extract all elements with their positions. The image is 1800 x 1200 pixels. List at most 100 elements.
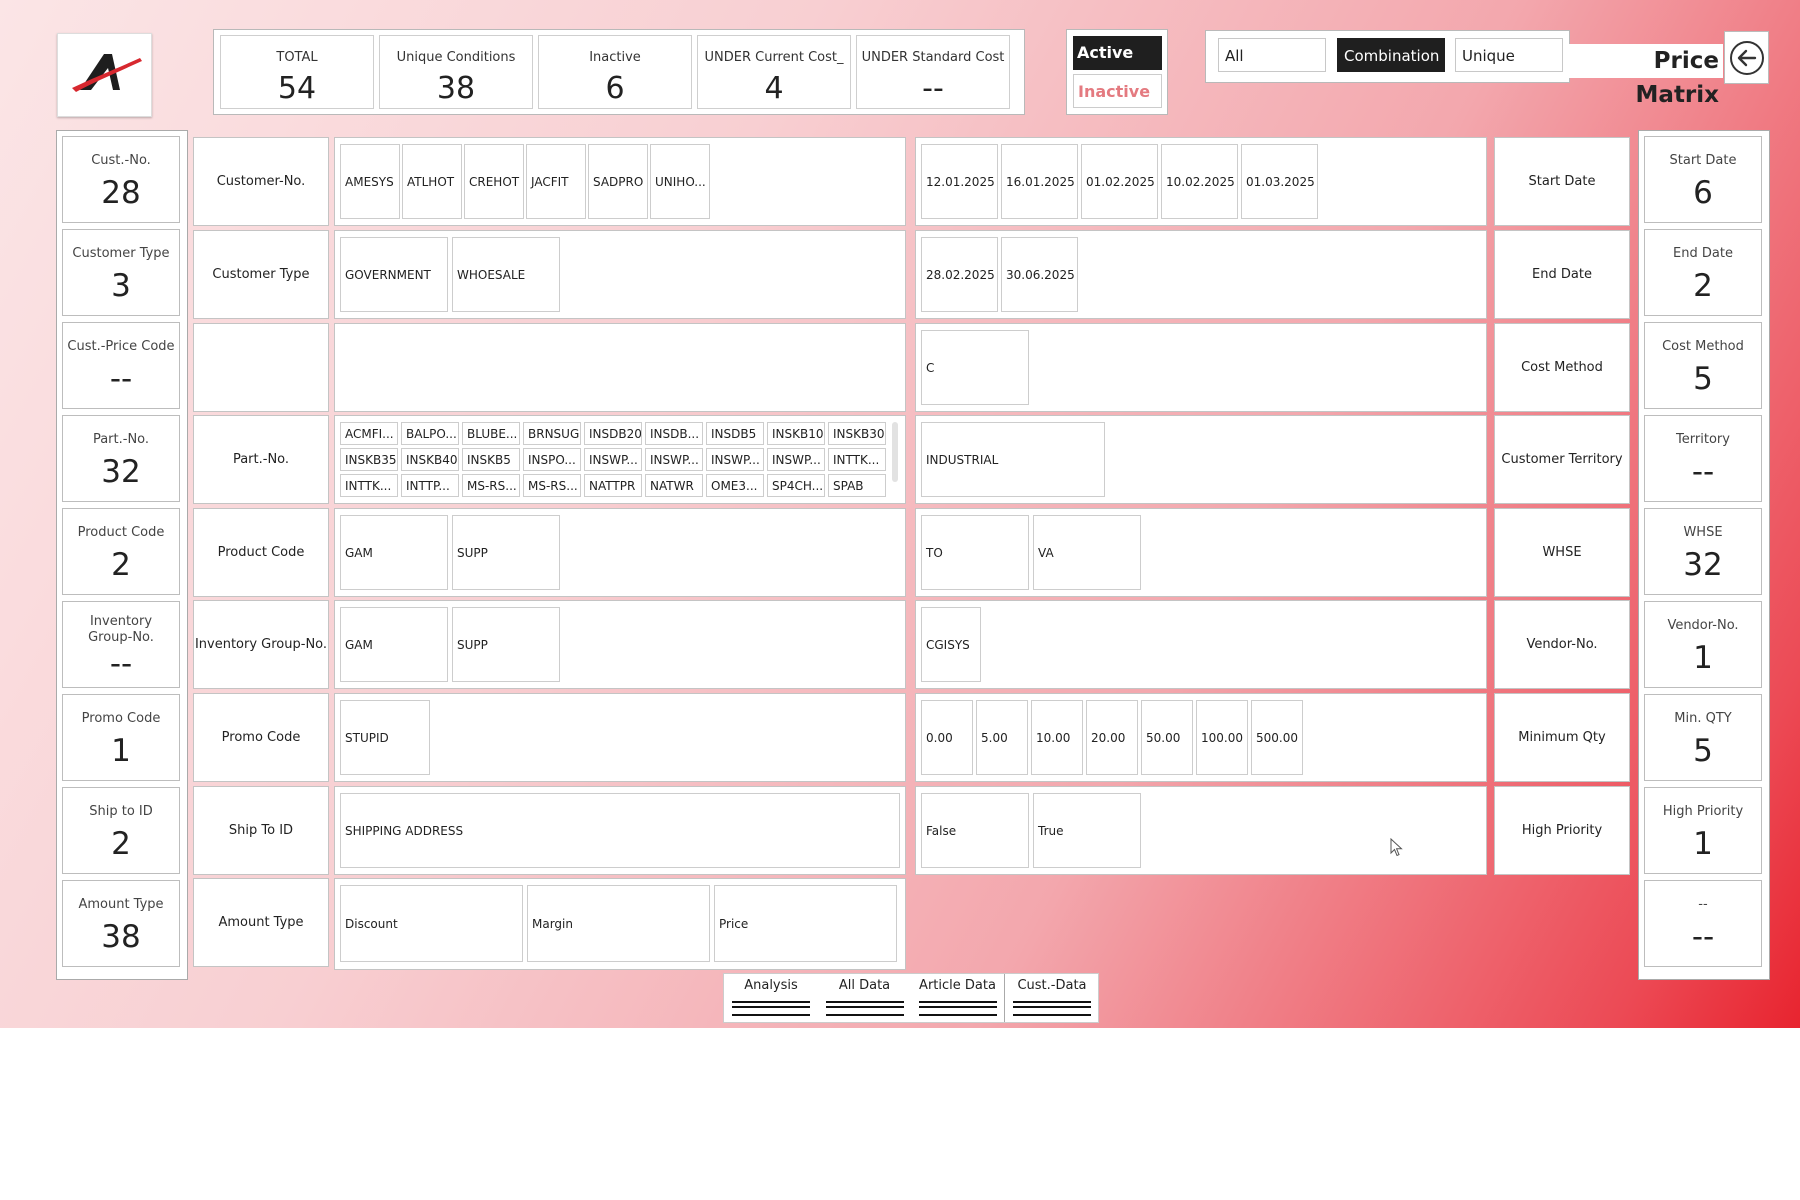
stat-whse[interactable]: WHSE 32 [1644, 508, 1762, 595]
part-no-slicer: ACMFI... BALPO... BLUBE... BRNSUG INSDB20 INS… [334, 415, 906, 504]
slicer-chip[interactable]: False [921, 793, 1029, 868]
slicer-chip[interactable]: 16.01.2025 [1001, 144, 1078, 219]
slicer-chip[interactable]: CREHOT [464, 144, 524, 219]
stat-customer-type[interactable]: Customer Type 3 [62, 229, 180, 316]
inactive-button[interactable]: Inactive [1073, 74, 1162, 108]
slicer-chip[interactable]: 10.00 [1031, 700, 1083, 775]
slicer-chip[interactable]: INSDB20 [584, 422, 642, 445]
slicer-chip[interactable]: 01.03.2025 [1241, 144, 1318, 219]
right-stats-panel: Start Date 6 End Date 2 Cost Method 5 Te… [1638, 130, 1770, 980]
stat-promo-code[interactable]: Promo Code 1 [62, 694, 180, 781]
slicer-chip[interactable]: TO [921, 515, 1029, 590]
slicer-chip[interactable]: SUPP [452, 515, 560, 590]
stat-start-date[interactable]: Start Date 6 [1644, 136, 1762, 223]
slicer-chip[interactable]: MS-RS... [523, 474, 581, 497]
slicer-chip[interactable]: 100.00 [1196, 700, 1248, 775]
stat-vendor-no[interactable]: Vendor-No. 1 [1644, 601, 1762, 688]
label-cost-method: Cost Method [1494, 323, 1630, 412]
stat-label: Cust.-Price Code [67, 339, 175, 354]
tab-analysis[interactable]: Analysis [724, 974, 818, 1022]
mode-all-button[interactable]: All [1218, 38, 1326, 72]
stat-empty[interactable]: -- -- [1644, 880, 1762, 967]
tab-all-data[interactable]: All Data [818, 974, 911, 1022]
kpi-value: 4 [764, 71, 784, 106]
part-no-scrollbar[interactable] [892, 422, 898, 482]
stat-high-priority[interactable]: High Priority 1 [1644, 787, 1762, 874]
back-button[interactable] [1724, 31, 1769, 84]
slicer-chip[interactable]: INTTP... [401, 474, 459, 497]
mode-combination-button[interactable]: Combination [1337, 38, 1445, 72]
slicer-chip[interactable]: INSKB35 [340, 448, 398, 471]
stat-ship-to-id[interactable]: Ship to ID 2 [62, 787, 180, 874]
slicer-chip[interactable]: Price [714, 885, 897, 962]
slicer-chip[interactable]: MS-RS... [462, 474, 520, 497]
slicer-chip[interactable]: INSKB5 [462, 448, 520, 471]
stat-cust-no[interactable]: Cust.-No. 28 [62, 136, 180, 223]
slicer-chip[interactable]: 5.00 [976, 700, 1028, 775]
slicer-chip[interactable]: GOVERNMENT [340, 237, 448, 312]
slicer-chip[interactable]: ACMFI... [340, 422, 398, 445]
slicer-chip[interactable]: INTTK... [828, 448, 886, 471]
slicer-chip[interactable]: INSKB10 [767, 422, 825, 445]
slicer-chip[interactable]: INSKB40 [401, 448, 459, 471]
label-amount-type: Amount Type [193, 878, 329, 967]
stat-amount-type[interactable]: Amount Type 38 [62, 880, 180, 967]
slicer-chip[interactable]: 10.02.2025 [1161, 144, 1238, 219]
slicer-chip[interactable]: True [1033, 793, 1141, 868]
slicer-chip[interactable]: INSWP... [645, 448, 703, 471]
slicer-chip[interactable]: 28.02.2025 [921, 237, 998, 312]
slicer-chip[interactable]: OME3... [706, 474, 764, 497]
slicer-chip[interactable]: INSWP... [706, 448, 764, 471]
slicer-chip[interactable]: ATLHOT [402, 144, 462, 219]
slicer-chip[interactable]: INDUSTRIAL [921, 422, 1105, 497]
slicer-chip[interactable]: SPAB [828, 474, 886, 497]
slicer-chip[interactable]: INSPO... [523, 448, 581, 471]
slicer-chip[interactable]: C [921, 330, 1029, 405]
slicer-chip[interactable]: Margin [527, 885, 710, 962]
slicer-chip[interactable]: 12.01.2025 [921, 144, 998, 219]
slicer-chip[interactable]: 50.00 [1141, 700, 1193, 775]
slicer-chip[interactable]: INSWP... [767, 448, 825, 471]
slicer-chip[interactable]: JACFIT [526, 144, 586, 219]
slicer-chip[interactable]: BRNSUG [523, 422, 581, 445]
slicer-chip[interactable]: BALPO... [401, 422, 459, 445]
tab-article-data[interactable]: Article Data [911, 974, 1004, 1022]
slicer-chip[interactable]: NATTPR [584, 474, 642, 497]
slicer-chip[interactable]: SP4CH... [767, 474, 825, 497]
stat-min-qty[interactable]: Min. QTY 5 [1644, 694, 1762, 781]
slicer-chip[interactable]: STUPID [340, 700, 430, 775]
slicer-chip[interactable]: 500.00 [1251, 700, 1303, 775]
slicer-chip[interactable]: INSDB5 [706, 422, 764, 445]
slicer-chip[interactable]: INSDB... [645, 422, 703, 445]
slicer-chip[interactable]: GAM [340, 515, 448, 590]
slicer-chip[interactable]: AMESYS [340, 144, 400, 219]
slicer-chip[interactable]: NATWR [645, 474, 703, 497]
stat-inventory-group[interactable]: Inventory Group-No. -- [62, 601, 180, 688]
slicer-chip[interactable]: WHOESALE [452, 237, 560, 312]
stat-cust-price-code[interactable]: Cust.-Price Code -- [62, 322, 180, 409]
slicer-chip[interactable]: CGISYS [921, 607, 981, 682]
slicer-chip[interactable]: VA [1033, 515, 1141, 590]
stat-part-no[interactable]: Part.-No. 32 [62, 415, 180, 502]
slicer-chip[interactable]: SUPP [452, 607, 560, 682]
slicer-chip[interactable]: 20.00 [1086, 700, 1138, 775]
slicer-chip[interactable]: INSWP... [584, 448, 642, 471]
stat-product-code[interactable]: Product Code 2 [62, 508, 180, 595]
slicer-chip[interactable]: UNIHO... [650, 144, 710, 219]
slicer-chip[interactable]: 30.06.2025 [1001, 237, 1078, 312]
slicer-chip[interactable]: SADPRO [588, 144, 648, 219]
stat-cost-method[interactable]: Cost Method 5 [1644, 322, 1762, 409]
slicer-chip[interactable]: 0.00 [921, 700, 973, 775]
stat-end-date[interactable]: End Date 2 [1644, 229, 1762, 316]
slicer-chip[interactable]: INTTK... [340, 474, 398, 497]
tab-cust-data[interactable]: Cust.-Data [1005, 974, 1099, 1022]
slicer-chip[interactable]: GAM [340, 607, 448, 682]
slicer-chip[interactable]: INSKB30 [828, 422, 886, 445]
mode-unique-button[interactable]: Unique [1455, 38, 1563, 72]
active-button[interactable]: Active [1073, 36, 1162, 70]
slicer-chip[interactable]: BLUBE... [462, 422, 520, 445]
slicer-chip[interactable]: Discount [340, 885, 523, 962]
stat-territory[interactable]: Territory -- [1644, 415, 1762, 502]
slicer-chip[interactable]: 01.02.2025 [1081, 144, 1158, 219]
slicer-chip[interactable]: SHIPPING ADDRESS [340, 793, 900, 868]
